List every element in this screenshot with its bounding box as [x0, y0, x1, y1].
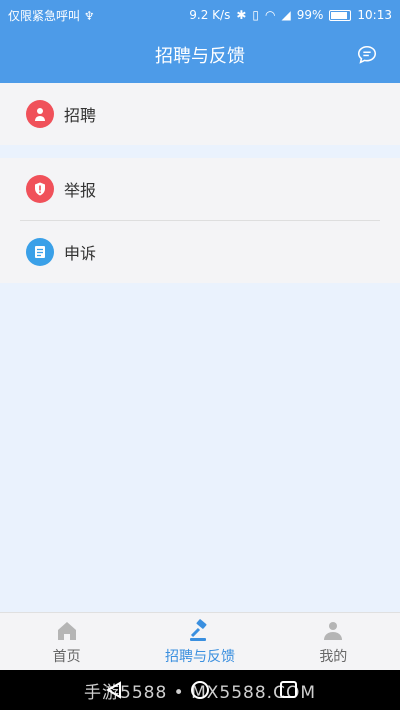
wifi-icon: ◠ [265, 8, 276, 22]
network-speed: 9.2 K/s [189, 8, 231, 22]
tab-recruit-feedback[interactable]: 招聘与反馈 [133, 613, 266, 671]
tab-label: 我的 [319, 648, 348, 665]
tab-home[interactable]: 首页 [0, 613, 133, 671]
menu-section-feedback: 举报 申诉 [0, 158, 400, 283]
title-bar: 招聘与反馈 [0, 30, 400, 83]
menu-item-label: 举报 [64, 181, 97, 200]
vibrate-icon: ▯ [252, 8, 260, 22]
menu-item-recruit[interactable]: 招聘 [0, 83, 400, 145]
chat-bubble-icon[interactable] [356, 44, 378, 66]
menu-item-label: 申诉 [64, 244, 97, 263]
recents-icon [280, 681, 297, 698]
bottom-tab-bar: 首页 招聘与反馈 我的 [0, 612, 400, 671]
battery-percent: 99% [296, 8, 324, 22]
recruit-person-icon [26, 100, 54, 128]
menu-section-recruit: 招聘 [0, 83, 400, 145]
status-carrier: 仅限紧急呼叫 ♆ [8, 8, 95, 23]
status-time: 10:13 [357, 8, 392, 22]
status-right: 9.2 K/s ✱ ▯ ◠ ◢ 99% 10:13 [189, 8, 392, 22]
tab-mine[interactable]: 我的 [267, 613, 400, 671]
signal-icon: ◢ [281, 8, 291, 22]
menu-item-label: 招聘 [64, 106, 97, 125]
tab-label: 首页 [52, 648, 81, 665]
battery-icon [329, 9, 352, 21]
home-icon [57, 621, 76, 640]
profile-icon [324, 621, 343, 640]
appeal-document-icon [26, 238, 54, 266]
page-title: 招聘与反馈 [155, 46, 245, 67]
bluetooth-icon: ✱ [236, 8, 247, 22]
status-bar: 仅限紧急呼叫 ♆ 9.2 K/s ✱ ▯ ◠ ◢ 99% 10:13 [0, 0, 400, 30]
home-nav-icon [191, 681, 209, 699]
system-nav-icons [106, 681, 297, 699]
report-shield-icon [26, 175, 54, 203]
menu-item-report[interactable]: 举报 [0, 158, 400, 220]
back-icon [106, 681, 121, 699]
menu-item-appeal[interactable]: 申诉 [0, 221, 400, 283]
tab-label: 招聘与反馈 [164, 648, 235, 665]
gavel-icon [189, 618, 207, 641]
